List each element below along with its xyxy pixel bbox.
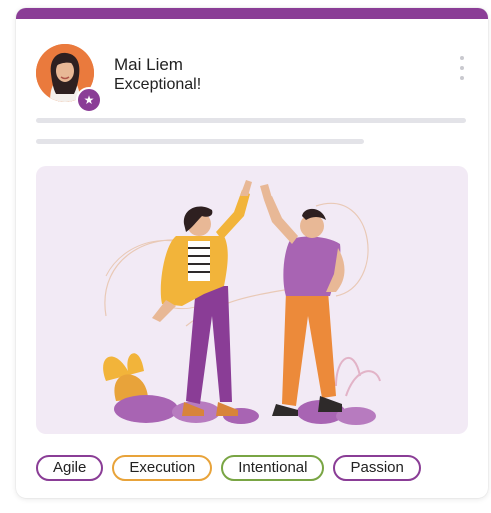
star-icon: ★ (76, 87, 102, 113)
tag-execution[interactable]: Execution (112, 455, 213, 481)
recognition-message: Exceptional! (114, 76, 202, 93)
card-accent-bar (16, 8, 488, 19)
value-tags: Agile Execution Intentional Passion (36, 455, 421, 481)
recognition-card: ★ Mai Liem Exceptional! Agile Execution … (16, 8, 488, 498)
author-name[interactable]: Mai Liem (114, 55, 183, 75)
placeholder-line (36, 118, 466, 123)
more-vertical-icon[interactable] (456, 56, 468, 80)
tag-agile[interactable]: Agile (36, 455, 104, 481)
high-five-illustration (36, 166, 468, 434)
tag-passion[interactable]: Passion (333, 455, 421, 481)
tag-intentional[interactable]: Intentional (221, 455, 325, 481)
placeholder-line (36, 139, 364, 144)
